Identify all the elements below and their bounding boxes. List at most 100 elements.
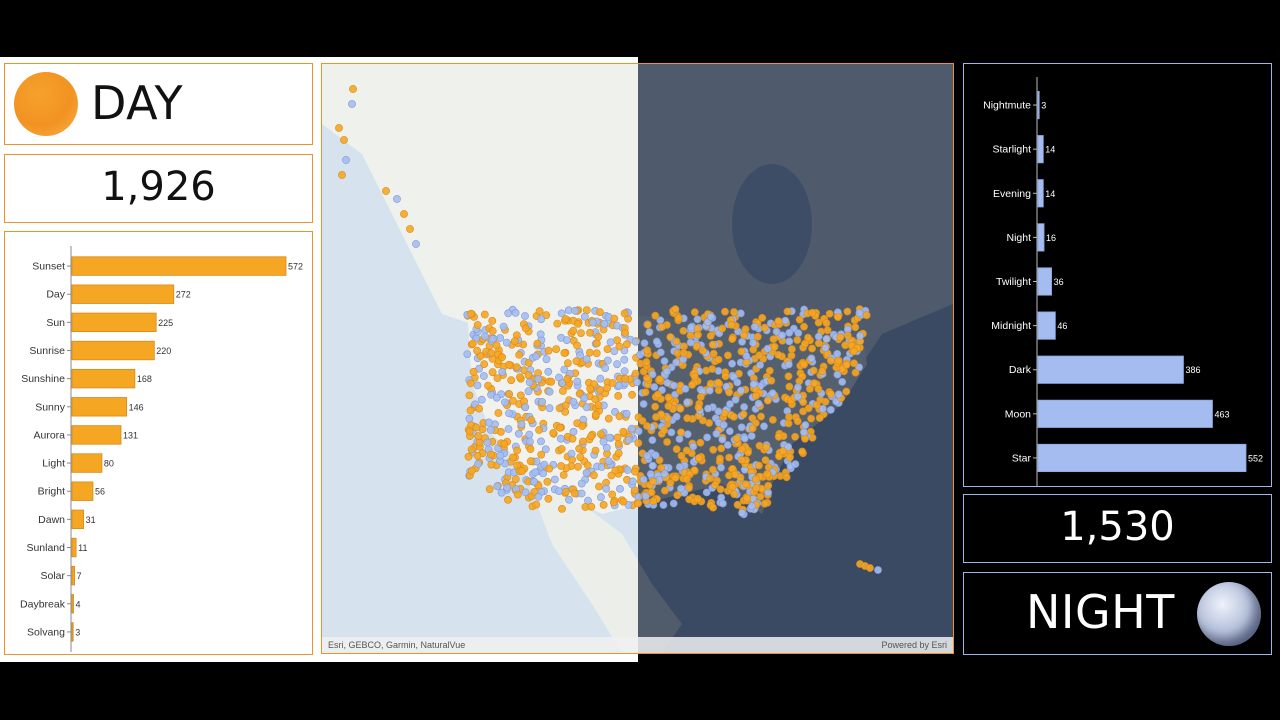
map-point[interactable] [721,372,730,381]
map-point[interactable] [748,424,757,433]
map-point[interactable] [737,423,746,432]
map-point[interactable] [412,240,420,248]
map-point[interactable] [689,442,698,451]
map-point[interactable] [532,500,541,509]
map-point[interactable] [515,373,524,381]
bar[interactable] [1037,399,1213,428]
map-point[interactable] [586,384,594,393]
bar[interactable] [71,312,157,333]
map-point[interactable] [660,426,669,435]
map-point[interactable] [763,396,772,405]
map-point[interactable] [709,445,718,454]
map-point[interactable] [682,475,691,484]
map-point[interactable] [494,409,503,417]
map-point[interactable] [823,326,832,335]
map-point[interactable] [717,444,726,453]
map-point[interactable] [690,308,699,317]
map-point[interactable] [728,359,736,368]
map-point[interactable] [791,460,800,468]
map-point[interactable] [649,477,657,486]
map-point[interactable] [582,403,591,412]
map-point[interactable] [518,467,526,475]
map-point[interactable] [505,390,514,398]
map-point[interactable] [814,318,823,327]
map-point[interactable] [589,471,598,480]
map-point[interactable] [486,425,495,434]
map-point[interactable] [675,435,684,443]
bar[interactable] [71,368,136,389]
map-point[interactable] [577,489,586,498]
map-point[interactable] [807,414,815,423]
map-point[interactable] [643,320,652,329]
map-point[interactable] [510,337,519,346]
map-point[interactable] [575,444,584,453]
map-point[interactable] [664,393,673,402]
map-point[interactable] [672,412,681,421]
map-point[interactable] [535,426,543,434]
map-point[interactable] [349,85,357,93]
map-point[interactable] [706,379,715,388]
map-point[interactable] [509,396,517,405]
map-point[interactable] [768,415,777,424]
map-point[interactable] [704,404,712,413]
map-point[interactable] [521,324,530,333]
map-point[interactable] [725,453,733,462]
map-point[interactable] [552,345,561,353]
map-point[interactable] [767,376,776,385]
map-point[interactable] [812,400,821,409]
map-point[interactable] [620,367,629,376]
map-point[interactable] [611,466,620,475]
map-point[interactable] [749,345,758,354]
map-point[interactable] [521,488,530,497]
map-point[interactable] [554,487,563,495]
map-point[interactable] [730,490,738,498]
map-point[interactable] [493,374,502,382]
map-point[interactable] [502,338,511,347]
map-point[interactable] [643,346,652,355]
map-point[interactable] [764,481,773,490]
map-point[interactable] [622,409,631,418]
map-point[interactable] [473,346,481,355]
map-point[interactable] [774,432,783,441]
map-point[interactable] [751,475,760,484]
map-point[interactable] [613,360,621,369]
map-point[interactable] [580,312,589,321]
map-point[interactable] [521,403,530,412]
map-point[interactable] [725,388,734,397]
map-point[interactable] [851,323,860,332]
map-point[interactable] [778,331,787,340]
map-point[interactable] [487,460,496,469]
map-point[interactable] [706,474,715,483]
map-point[interactable] [785,382,794,391]
map-point[interactable] [586,328,594,337]
map-point[interactable] [591,446,600,455]
map-point[interactable] [542,355,551,364]
map-point[interactable] [643,422,651,430]
map-point[interactable] [659,501,668,509]
map-point[interactable] [719,420,728,429]
map-point[interactable] [463,350,472,358]
map-point[interactable] [604,414,613,423]
map-point[interactable] [740,434,749,443]
map-point[interactable] [737,347,746,356]
map-point[interactable] [571,306,579,315]
map-point[interactable] [505,360,513,369]
map-point[interactable] [553,319,562,328]
map-point[interactable] [606,338,615,347]
map-point[interactable] [634,499,643,508]
map-point[interactable] [582,468,591,477]
map-point[interactable] [509,453,517,462]
map-point[interactable] [596,385,604,394]
bar[interactable] [71,453,103,473]
map-point[interactable] [679,326,688,335]
map-point[interactable] [660,486,669,495]
map-point[interactable] [505,409,513,418]
map-point[interactable] [826,405,835,414]
map-point[interactable] [596,430,605,438]
map-point[interactable] [544,494,553,503]
map-point[interactable] [649,497,658,505]
map-point[interactable] [608,490,617,499]
map-point[interactable] [578,437,587,446]
map-point[interactable] [729,412,738,421]
map-point[interactable] [574,462,582,471]
